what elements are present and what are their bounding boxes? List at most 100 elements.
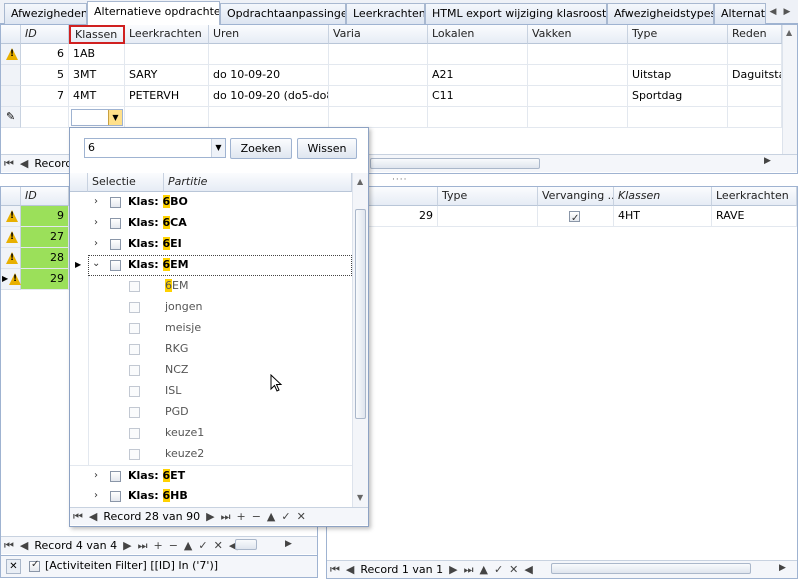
cancel-icon[interactable]: ✕ bbox=[294, 508, 309, 525]
row-indicator[interactable] bbox=[1, 86, 21, 107]
cell-id[interactable]: 7 bbox=[21, 86, 69, 107]
splitter-grip[interactable]: ···· bbox=[392, 175, 407, 185]
filter-text[interactable]: [Activiteiten Filter] [[ID] In ('7')] bbox=[45, 559, 218, 572]
chevron-down-icon[interactable]: ▼ bbox=[108, 110, 122, 125]
tree-child-row[interactable]: keuze1 bbox=[89, 423, 353, 444]
tree-group-row[interactable]: › Klas: 6CA bbox=[70, 213, 352, 234]
chevron-right-icon[interactable]: › bbox=[94, 217, 98, 228]
confirm-icon[interactable]: ✓ bbox=[491, 561, 506, 578]
tab-afwezigheden[interactable]: Afwezigheden bbox=[4, 3, 87, 24]
tab-html-export[interactable]: HTML export wijziging klasroosters bbox=[425, 3, 607, 24]
cell-varia[interactable] bbox=[329, 44, 428, 65]
prev-record-icon[interactable]: ◀ bbox=[17, 155, 31, 172]
prev-record-icon[interactable]: ◀ bbox=[343, 561, 357, 578]
col-header-vakken[interactable]: Vakken bbox=[528, 25, 628, 44]
tab-opdrachtaanpassingen[interactable]: Opdrachtaanpassingen bbox=[220, 3, 346, 24]
row-indicator-current[interactable]: ▶ bbox=[1, 269, 21, 290]
cell-vakken[interactable] bbox=[528, 65, 628, 86]
add-record-icon[interactable]: + bbox=[150, 537, 165, 554]
row-indicator[interactable] bbox=[1, 44, 21, 65]
col-header-leerkrachten[interactable]: Leerkrachten bbox=[125, 25, 209, 44]
confirm-icon[interactable]: ✓ bbox=[195, 537, 210, 554]
first-record-icon[interactable]: ⏮ bbox=[1, 155, 17, 172]
cell-leerkrachten[interactable]: PETERVH bbox=[125, 86, 209, 107]
zoeken-button[interactable]: Zoeken bbox=[230, 138, 292, 159]
cell-reden[interactable] bbox=[728, 44, 782, 65]
tab-alternati[interactable]: Alternati bbox=[714, 3, 766, 24]
group-checkbox[interactable] bbox=[110, 471, 121, 482]
col-header-type[interactable]: Type bbox=[628, 25, 728, 44]
cancel-icon[interactable]: ✕ bbox=[211, 537, 226, 554]
group-checkbox[interactable] bbox=[110, 239, 121, 250]
tab-afwezigheidstypes[interactable]: Afwezigheidstypes bbox=[607, 3, 714, 24]
cell-klassen[interactable]: 3MT bbox=[69, 65, 125, 86]
popup-vscroll[interactable]: ▲ ▼ bbox=[352, 173, 368, 507]
search-combo[interactable]: 6 ▼ bbox=[84, 138, 226, 158]
scroll-up-icon[interactable]: ▲ bbox=[357, 177, 363, 186]
cell-leerkrachten[interactable]: SARY bbox=[125, 65, 209, 86]
new-row-indicator[interactable]: ✎ bbox=[1, 107, 21, 128]
tree-child-row[interactable]: NCZ bbox=[89, 360, 353, 381]
child-checkbox[interactable] bbox=[129, 302, 140, 313]
hscroll-thumb[interactable] bbox=[551, 563, 751, 574]
col-header-klassen[interactable]: Klassen bbox=[614, 187, 712, 206]
child-checkbox[interactable] bbox=[129, 344, 140, 355]
cell-lokalen[interactable]: A21 bbox=[428, 65, 528, 86]
cell-lokalen[interactable] bbox=[428, 44, 528, 65]
close-filter-icon[interactable]: ✕ bbox=[6, 559, 21, 574]
child-checkbox[interactable] bbox=[129, 281, 140, 292]
cell-varia[interactable] bbox=[329, 65, 428, 86]
klassen-editor[interactable]: ▼ bbox=[69, 107, 125, 128]
up-icon[interactable]: ▲ bbox=[476, 561, 490, 578]
child-checkbox[interactable] bbox=[129, 449, 140, 460]
scroll-right-icon[interactable]: ▶ bbox=[764, 156, 771, 166]
cell-uren[interactable]: do 10-09-20 (do5-do8) bbox=[209, 86, 329, 107]
cell-varia[interactable] bbox=[329, 86, 428, 107]
cell-id[interactable]: 6 bbox=[21, 44, 69, 65]
row-indicator[interactable] bbox=[1, 227, 21, 248]
klassen-combo[interactable]: ▼ bbox=[71, 109, 123, 126]
tree-child-row[interactable]: 6EM bbox=[89, 276, 353, 297]
scroll-down-icon[interactable]: ▼ bbox=[357, 493, 363, 502]
group-checkbox[interactable] bbox=[110, 491, 121, 502]
col-header-varia[interactable]: Varia bbox=[329, 25, 428, 44]
tree-child-row[interactable]: ISL bbox=[89, 381, 353, 402]
next-record-icon[interactable]: ▶ bbox=[446, 561, 460, 578]
tree-child-row[interactable]: keuze2 bbox=[89, 444, 353, 465]
cell-uren[interactable] bbox=[209, 44, 329, 65]
child-checkbox[interactable] bbox=[129, 386, 140, 397]
scroll-right-icon[interactable]: ▶ bbox=[285, 539, 292, 549]
child-checkbox[interactable] bbox=[129, 323, 140, 334]
filter-enabled-checkbox[interactable] bbox=[29, 559, 40, 572]
cell-type[interactable]: Uitstap bbox=[628, 65, 728, 86]
tree-group-row[interactable]: › Klas: 6HB bbox=[70, 486, 352, 507]
next-record-icon[interactable]: ▶ bbox=[203, 508, 217, 525]
tab-leerkrachten[interactable]: Leerkrachten bbox=[346, 3, 425, 24]
col-header-partitie[interactable]: Partitie bbox=[164, 173, 352, 192]
child-checkbox[interactable] bbox=[129, 428, 140, 439]
last-record-icon[interactable]: ⏭ bbox=[461, 561, 477, 578]
row-indicator[interactable] bbox=[1, 206, 21, 227]
tab-scroll-left-icon[interactable]: ◀ bbox=[766, 4, 780, 20]
col-header-reden[interactable]: Reden bbox=[728, 25, 782, 44]
cell-id[interactable]: 29 bbox=[21, 269, 69, 290]
col-header-id[interactable]: ID bbox=[21, 25, 69, 44]
col-header-leerkrachten[interactable]: Leerkrachten bbox=[712, 187, 797, 206]
up-icon[interactable]: ▲ bbox=[181, 537, 195, 554]
tree-group-row[interactable]: › Klas: 6EI bbox=[70, 234, 352, 255]
scroll-up-icon[interactable]: ▲ bbox=[786, 28, 792, 37]
col-header-uren[interactable]: Uren bbox=[209, 25, 329, 44]
cell-reden[interactable] bbox=[728, 86, 782, 107]
cell-klassen[interactable]: 1AB bbox=[69, 44, 125, 65]
last-record-icon[interactable]: ⏭ bbox=[135, 537, 151, 554]
wissen-button[interactable]: Wissen bbox=[297, 138, 357, 159]
col-header-selectie[interactable]: Selectie bbox=[88, 173, 164, 192]
scroll-left-icon[interactable]: ◀ bbox=[521, 561, 535, 578]
child-checkbox[interactable] bbox=[129, 365, 140, 376]
vervanging-checkbox[interactable] bbox=[569, 209, 580, 226]
next-record-icon[interactable]: ▶ bbox=[120, 537, 134, 554]
scroll-right-icon[interactable]: ▶ bbox=[779, 563, 786, 573]
tree-child-row[interactable]: RKG bbox=[89, 339, 353, 360]
cell-reden[interactable]: Daguitsta bbox=[728, 65, 782, 86]
cell-klassen[interactable]: 4HT bbox=[614, 206, 712, 227]
